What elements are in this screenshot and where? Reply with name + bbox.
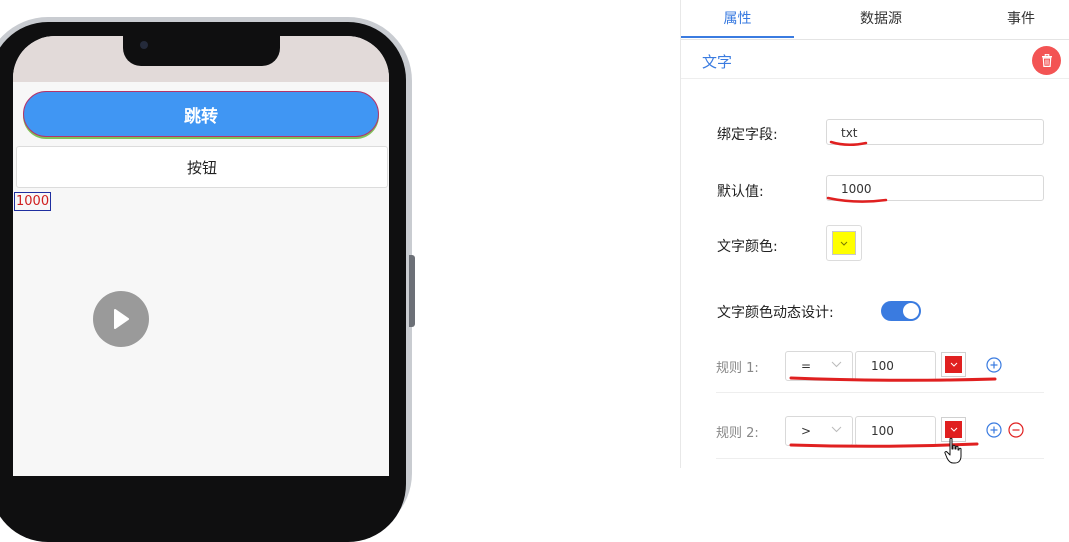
play-button[interactable] [93, 291, 149, 347]
rule-divider [716, 392, 1044, 393]
rule-1-label: 规则 1: [716, 361, 759, 376]
rule-2-label: 规则 2: [716, 426, 759, 441]
text-component[interactable]: 1000 [14, 192, 52, 211]
bind-field-label: 绑定字段: [717, 127, 778, 143]
section-divider [681, 78, 1069, 79]
toggle-knob [903, 303, 919, 319]
plain-button[interactable]: 按钮 [16, 146, 388, 188]
active-tab-indicator [681, 36, 794, 38]
plus-circle-icon[interactable] [986, 357, 1002, 373]
annotation-underline [826, 196, 888, 203]
phone-notch [123, 36, 280, 66]
rule-2-color-swatch [945, 421, 962, 438]
trash-icon [1041, 54, 1052, 67]
play-icon [114, 309, 129, 329]
jump-button[interactable]: 跳转 [23, 91, 379, 137]
phone-side-button [409, 255, 415, 327]
tab-datasource[interactable]: 数据源 [826, 0, 936, 39]
default-value-label: 默认值: [717, 184, 764, 200]
chevron-down-icon [831, 426, 842, 433]
rule-divider [716, 458, 1044, 459]
chevron-down-icon [840, 241, 848, 246]
tab-events[interactable]: 事件 [991, 0, 1051, 39]
annotation-underline [789, 376, 997, 382]
delete-button[interactable] [1032, 46, 1061, 75]
rule-1-color-swatch [945, 356, 962, 373]
rule-2-operator: > [801, 424, 812, 438]
plus-circle-icon[interactable] [986, 422, 1002, 438]
tab-bar: 属性 数据源 事件 [681, 0, 1069, 40]
chevron-down-icon [950, 427, 957, 432]
hand-cursor-icon [944, 437, 962, 464]
annotation-underline [829, 140, 868, 146]
chevron-down-icon [950, 362, 957, 367]
text-color-picker[interactable] [826, 225, 862, 261]
section-title: 文字 [702, 53, 733, 71]
text-color-swatch [832, 231, 856, 255]
minus-circle-icon[interactable] [1008, 422, 1024, 438]
chevron-down-icon [831, 361, 842, 368]
dynamic-color-label: 文字颜色动态设计: [717, 305, 834, 321]
tab-properties[interactable]: 属性 [681, 0, 794, 39]
dynamic-color-toggle[interactable] [881, 301, 921, 321]
camera-icon [140, 41, 148, 49]
text-color-label: 文字颜色: [717, 239, 778, 255]
properties-panel: 属性 数据源 事件 文字 绑定字段: txt 默认值: 1000 文字颜色: 文… [680, 0, 1069, 468]
rule-1-operator: = [801, 359, 812, 373]
